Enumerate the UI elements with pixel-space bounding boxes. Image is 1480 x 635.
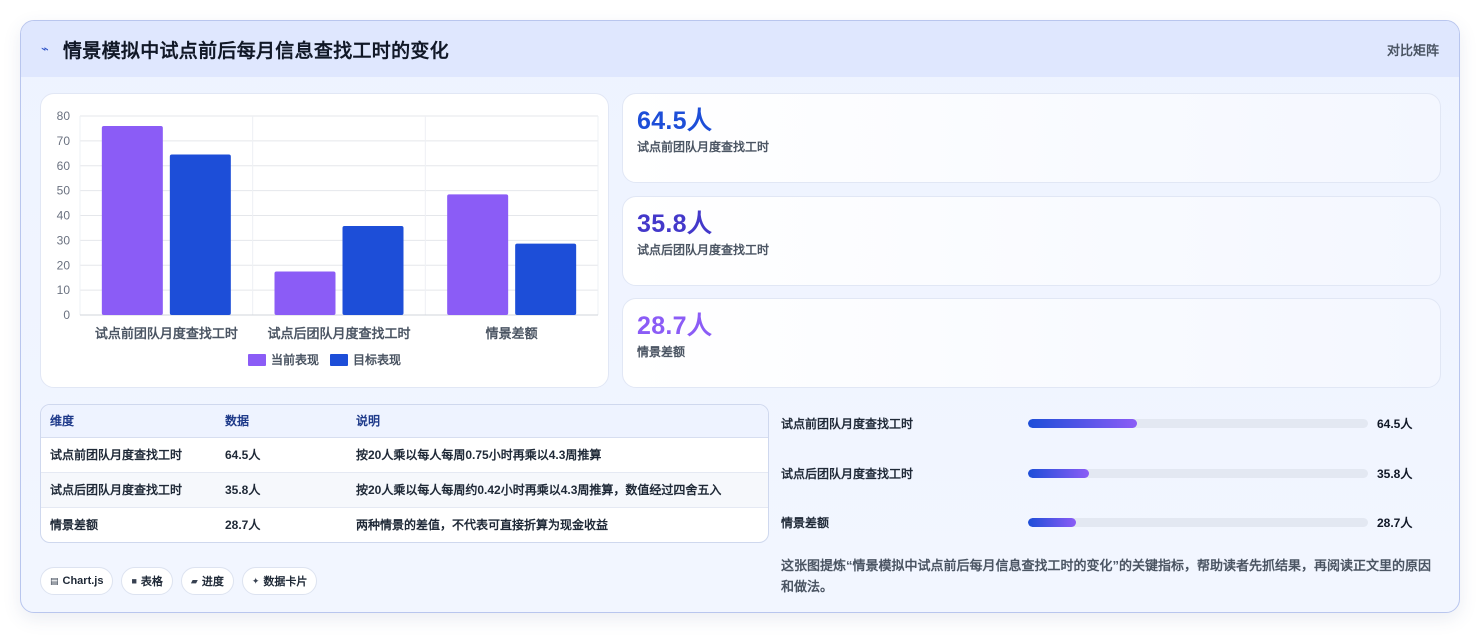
tag-table[interactable]: ■ 表格 — [121, 567, 173, 595]
table-header: 维度 — [41, 405, 216, 438]
chart-icon: ▤ — [50, 575, 59, 586]
kpi-label: 情景差额 — [637, 345, 686, 359]
table-header-row: 维度 数据 说明 — [41, 405, 768, 438]
progress-label: 试点前团队月度查找工时 — [781, 416, 914, 431]
x-tick-label: 情景差额 — [486, 326, 538, 341]
tag-label: Chart.js — [62, 575, 104, 587]
progress-label: 情景差额 — [781, 515, 830, 530]
x-tick-label: 试点后团队月度查找工时 — [267, 326, 410, 341]
kpi-value: 64.5人 — [637, 107, 713, 135]
table-cell: 两种情景的差值，不代表可直接折算为现金收益 — [356, 518, 609, 533]
y-tick-label: 30 — [57, 233, 71, 247]
y-tick-label: 20 — [57, 258, 71, 272]
bar-chart-card: 0 10 20 30 40 50 60 70 80 试点前团队月度查找工时 试点后团队月度查找工时 情… — [40, 93, 609, 388]
legend-label: 目标表现 — [353, 352, 401, 367]
kpi-card-diff: 28.7人 情景差额 — [622, 298, 1441, 388]
progress-fill — [1028, 517, 1076, 527]
progress-row: 试点前团队月度查找工时 64.5人 — [781, 413, 1441, 433]
progress-row: 试点后团队月度查找工时 35.8人 — [781, 463, 1441, 483]
table-cell: 试点前团队月度查找工时 — [41, 437, 216, 473]
table-header: 说明 — [347, 405, 768, 438]
tag-list: ▤ Chart.js ■ 表格 ▰ 进度 ✦ 数据卡片 — [40, 567, 318, 595]
table-cell: 情景差额 — [50, 518, 99, 533]
progress-track — [1028, 468, 1368, 478]
progress-track — [1028, 418, 1368, 428]
table-header: 数据 — [216, 405, 347, 438]
compare-matrix-link[interactable]: 对比矩阵 — [1387, 40, 1439, 59]
bar — [274, 271, 336, 315]
progress-fill — [1028, 418, 1137, 428]
y-tick-label: 10 — [57, 283, 71, 297]
panel-header: ⌁ 情景模拟中试点前后每月信息查找工时的变化 对比矩阵 — [21, 21, 1459, 77]
line-chart-icon: ⌁ — [41, 41, 49, 56]
tag-label: 表格 — [140, 576, 163, 588]
kpi-label: 试点后团队月度查找工时 — [637, 243, 770, 257]
bar — [515, 243, 577, 315]
table-cell: 64.5人 — [216, 437, 347, 473]
tag-progress[interactable]: ▰ 进度 — [180, 567, 234, 595]
legend-swatch — [330, 354, 348, 366]
table-row: 试点后团队月度查找工时 35.8人 按20人乘以每人每周约0.42小时再乘以4.… — [41, 472, 768, 508]
progress-track — [1028, 517, 1368, 527]
legend-label: 当前表现 — [271, 352, 319, 367]
data-table: 维度 数据 说明 试点前团队月度查找工时 64.5人 按20人乘以每人每周0.7… — [41, 405, 768, 542]
progress-fill — [1028, 468, 1090, 478]
table-row: 情景差额 28.7人 两种情景的差值，不代表可直接折算为现金收益 — [41, 507, 768, 542]
progress-value: 35.8人 — [1377, 466, 1413, 481]
y-tick-label: 40 — [57, 209, 71, 223]
y-tick-label: 0 — [63, 308, 70, 322]
progress-row: 情景差额 28.7人 — [781, 512, 1441, 532]
x-tick-label: 试点前团队月度查找工时 — [95, 326, 238, 341]
table-cell: 试点后团队月度查找工时 — [41, 472, 216, 508]
kpi-value: 28.7人 — [637, 312, 713, 340]
y-tick-label: 60 — [57, 159, 71, 173]
y-tick-label: 50 — [57, 184, 71, 198]
progress-icon: ▰ — [190, 575, 198, 586]
summary-note: 这张图提炼“情景模拟中试点前后每月信息查找工时的变化”的关键指标，帮助读者先抓结… — [781, 558, 1432, 594]
kpi-card-before: 64.5人 试点前团队月度查找工时 — [622, 93, 1441, 183]
kpi-value: 35.8人 — [637, 210, 713, 238]
page-title: 情景模拟中试点前后每月信息查找工时的变化 — [63, 40, 450, 62]
table-cell: 按20人乘以每人每周0.75小时再乘以4.3周推算 — [347, 437, 768, 473]
tag-label: 进度 — [201, 576, 224, 588]
bar — [447, 194, 509, 315]
y-tick-label: 80 — [57, 109, 71, 123]
table-cell: 按20人乘以每人每周约0.42小时再乘以4.3周推算，数值经过四舍五入 — [347, 472, 768, 508]
kpi-card-after: 35.8人 试点后团队月度查找工时 — [622, 196, 1441, 286]
progress-value: 28.7人 — [1377, 515, 1413, 530]
bar — [169, 154, 231, 315]
legend-swatch — [248, 354, 266, 366]
data-table-card: 维度 数据 说明 试点前团队月度查找工时 64.5人 按20人乘以每人每周0.7… — [40, 404, 769, 543]
table-row: 试点前团队月度查找工时 64.5人 按20人乘以每人每周0.75小时再乘以4.3… — [41, 437, 768, 473]
tag-chartjs[interactable]: ▤ Chart.js — [40, 567, 114, 595]
dashboard-panel: ⌁ 情景模拟中试点前后每月信息查找工时的变化 对比矩阵 0 10 20 30 40 50 6… — [20, 20, 1460, 613]
bar — [342, 225, 404, 315]
bar-chart: 0 10 20 30 40 50 60 70 80 试点前团队月度查找工时 试点后团队月度查找工时 情… — [57, 109, 599, 367]
progress-label: 试点后团队月度查找工时 — [781, 466, 914, 481]
table-icon: ■ — [131, 576, 137, 586]
y-tick-label: 70 — [57, 134, 71, 148]
bar — [101, 125, 163, 315]
progress-value: 64.5人 — [1377, 416, 1413, 431]
sparkle-icon: ✦ — [251, 575, 260, 586]
table-cell: 28.7人 — [225, 518, 261, 533]
kpi-label: 试点前团队月度查找工时 — [637, 140, 770, 154]
tag-label: 数据卡片 — [263, 576, 308, 588]
table-cell: 35.8人 — [216, 472, 347, 508]
tag-data-card[interactable]: ✦ 数据卡片 — [241, 567, 318, 595]
